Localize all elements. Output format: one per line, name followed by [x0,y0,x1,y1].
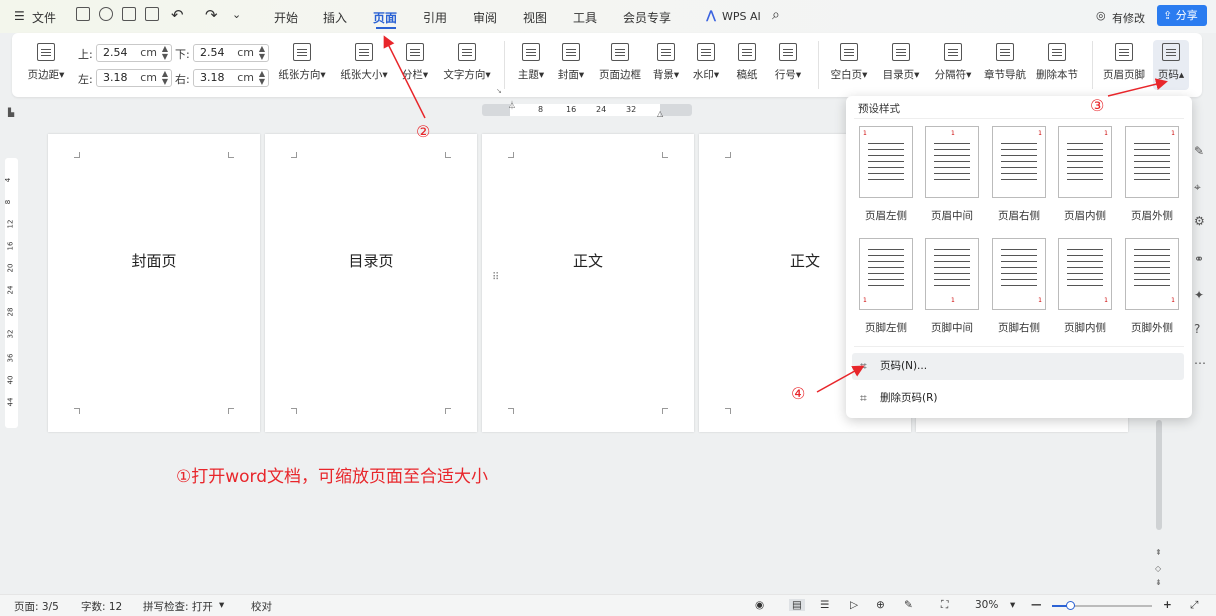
web-view-icon[interactable]: ⊕ [876,599,885,611]
arrow-step-4 [816,365,865,393]
chevron-down-icon[interactable]: ▾ [1010,599,1015,611]
arrow-step-2 [383,35,426,119]
eye-icon[interactable]: ◉ [755,599,764,611]
page-view-icon[interactable]: ▤ [789,599,805,611]
annotation-arrows [383,35,1168,393]
fit-page-icon[interactable]: ⛶ [941,599,948,612]
arrow-step-3 [1107,78,1168,97]
zoom-slider[interactable] [1052,601,1152,610]
zoom-out-icon[interactable]: — [1031,599,1042,611]
status-bar: 页面: 3/5 字数: 12 拼写检查: 打开 ▾ 校对 ◉ ▤ ☰ ▷ ⊕ ✎… [0,594,1216,616]
spell-check-toggle[interactable]: 拼写检查: 打开 [143,599,213,614]
page-indicator[interactable]: 页面: 3/5 [14,599,59,614]
outline-view-icon[interactable]: ☰ [820,599,829,611]
proofread-button[interactable]: 校对 [251,599,272,614]
word-count[interactable]: 字数: 12 [81,599,122,614]
fullscreen-icon[interactable]: ⤢ [1190,599,1198,612]
chevron-down-icon[interactable]: ▾ [219,599,224,611]
zoom-slider-handle[interactable] [1066,601,1075,610]
zoom-in-icon[interactable]: + [1163,599,1172,611]
pen-icon[interactable]: ✎ [904,599,913,611]
play-icon[interactable]: ▷ [850,599,858,611]
zoom-level[interactable]: 30% [975,599,998,611]
